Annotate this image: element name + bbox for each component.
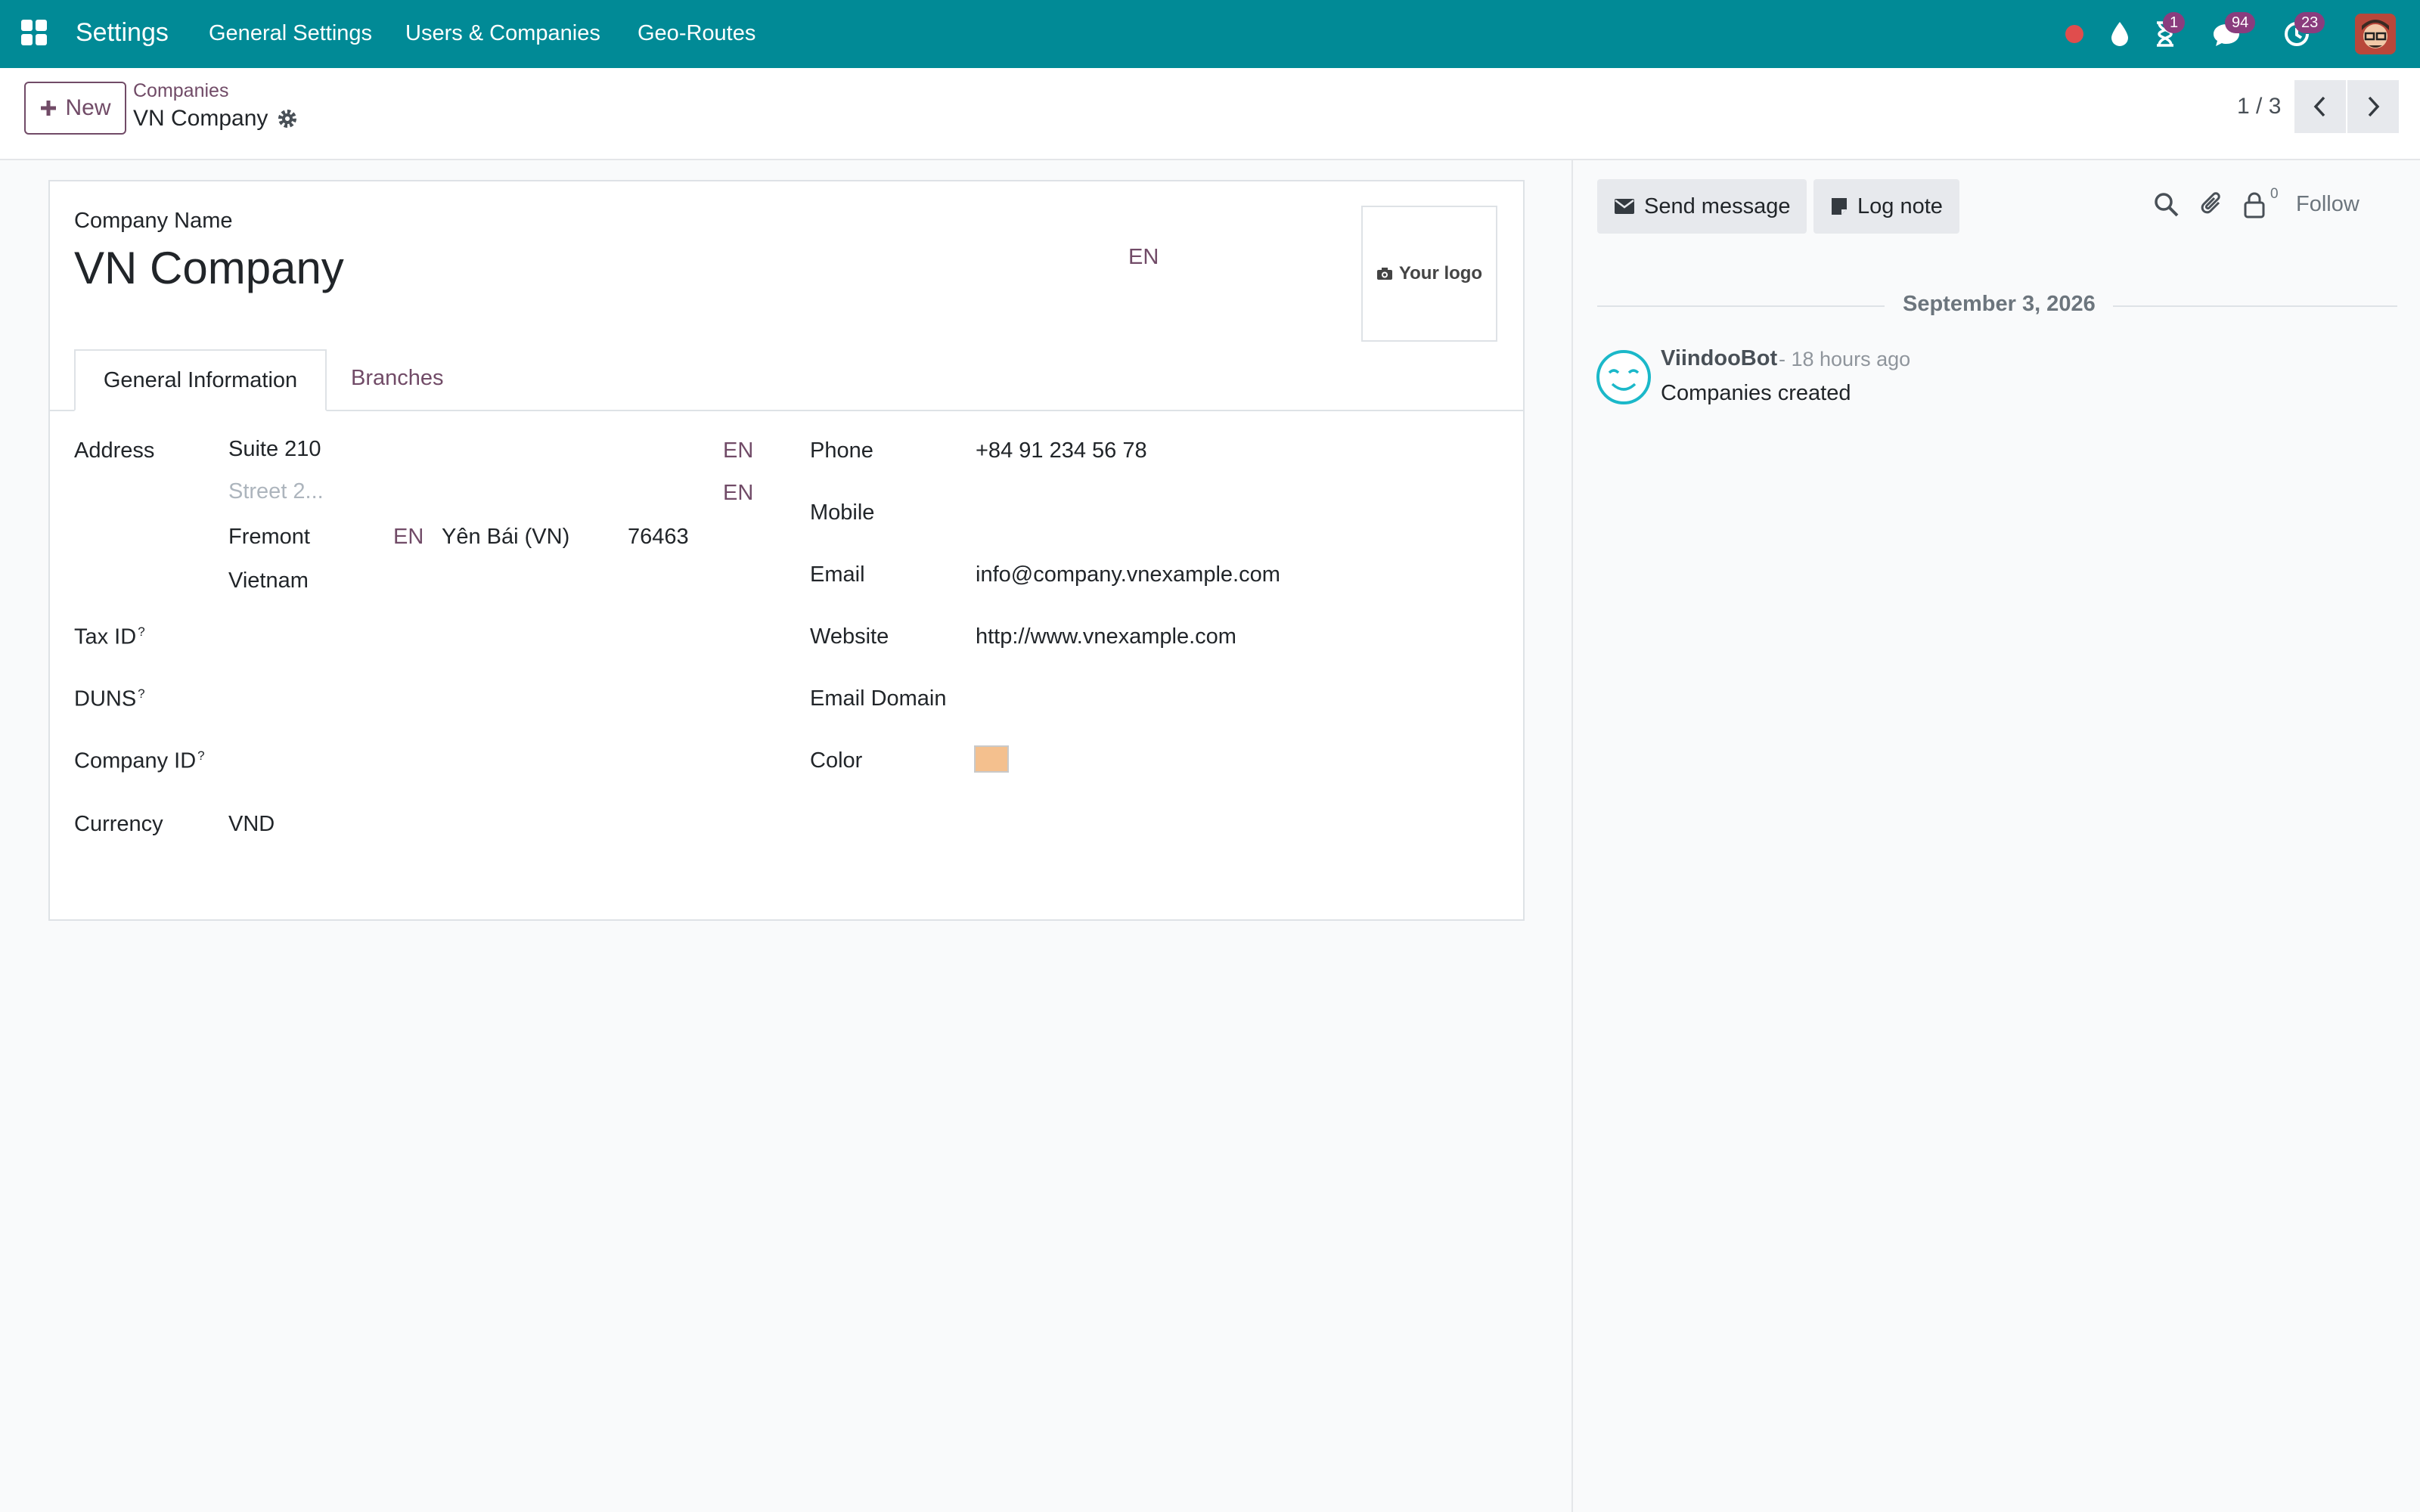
gear-icon[interactable] — [276, 107, 299, 130]
address-label: Address — [74, 438, 155, 463]
company-name-label: Company Name — [74, 209, 233, 233]
new-button[interactable]: New — [24, 82, 126, 135]
state-field[interactable]: Yên Bái (VN) — [442, 525, 569, 550]
send-message-label: Send message — [1644, 194, 1791, 218]
message-time: - 18 hours ago — [1779, 348, 1911, 370]
mobile-label: Mobile — [810, 500, 875, 525]
chevron-right-icon — [2368, 96, 2380, 117]
log-note-label: Log note — [1857, 194, 1943, 218]
chevron-left-icon — [2313, 96, 2325, 117]
top-navbar: Settings General Settings Users & Compan… — [0, 0, 2420, 68]
updates-badge: 23 — [2294, 12, 2325, 33]
app-brand[interactable]: Settings — [76, 18, 169, 48]
company-id-help[interactable]: ? — [197, 748, 204, 763]
country-field[interactable]: Vietnam — [228, 569, 309, 593]
color-label: Color — [810, 748, 863, 773]
street-field[interactable]: Suite 210 — [228, 437, 321, 462]
drop-icon[interactable] — [2108, 20, 2131, 48]
bot-avatar-icon — [1596, 349, 1652, 405]
company-name-lang-button[interactable]: EN — [1128, 245, 1159, 270]
menu-general-settings[interactable]: General Settings — [209, 21, 372, 46]
breadcrumb-companies[interactable]: Companies — [133, 80, 228, 102]
company-name-field[interactable]: VN Company — [74, 242, 344, 294]
envelope-icon — [1615, 199, 1634, 214]
note-icon — [1832, 198, 1847, 215]
date-divider-left — [1597, 305, 1885, 307]
phone-label: Phone — [810, 438, 873, 463]
tab-branches[interactable]: Branches — [351, 366, 444, 391]
company-id-label: Company ID? — [74, 748, 205, 773]
website-field[interactable]: http://www.vnexample.com — [976, 624, 1236, 649]
message-body: Companies created — [1661, 381, 1851, 405]
camera-icon — [1376, 268, 1392, 280]
paperclip-icon[interactable] — [2198, 191, 2226, 219]
currency-field[interactable]: VND — [228, 812, 275, 837]
pager-previous-button[interactable] — [2294, 80, 2346, 133]
lock-icon[interactable] — [2243, 191, 2272, 219]
duns-label: DUNS? — [74, 686, 145, 711]
recording-icon[interactable] — [2065, 24, 2084, 44]
control-panel: New Companies VN Company 1 / 3 — [0, 68, 2420, 160]
logo-label: Your logo — [1398, 263, 1483, 284]
apps-menu-icon[interactable] — [21, 20, 48, 47]
color-swatch[interactable] — [974, 745, 1009, 773]
tab-general-information[interactable]: General Information — [74, 349, 327, 411]
tax-id-label: Tax ID? — [74, 624, 145, 649]
city-field[interactable]: Fremont — [228, 525, 310, 550]
date-divider-right — [2113, 305, 2397, 307]
menu-users-companies[interactable]: Users & Companies — [405, 21, 600, 46]
street2-lang-button[interactable]: EN — [723, 481, 753, 506]
new-button-label: New — [65, 95, 111, 120]
log-note-button[interactable]: Log note — [1813, 179, 1959, 234]
follow-button[interactable]: Follow — [2296, 192, 2360, 217]
pager-next-button[interactable] — [2347, 80, 2399, 133]
email-field[interactable]: info@company.vnexample.com — [976, 562, 1280, 587]
followers-count: 0 — [2270, 186, 2279, 202]
city-lang-button[interactable]: EN — [393, 525, 424, 550]
logo-upload[interactable]: Your logo — [1361, 206, 1497, 342]
user-avatar[interactable] — [2355, 14, 2396, 54]
zip-field[interactable]: 76463 — [628, 525, 689, 550]
phone-field[interactable]: +84 91 234 56 78 — [976, 438, 1147, 463]
email-domain-label: Email Domain — [810, 686, 947, 711]
menu-geo-routes[interactable]: Geo-Routes — [638, 21, 755, 46]
tax-id-help[interactable]: ? — [138, 624, 144, 639]
street-lang-button[interactable]: EN — [723, 438, 753, 463]
send-message-button[interactable]: Send message — [1597, 179, 1807, 234]
search-icon[interactable] — [2152, 191, 2181, 219]
messages-badge: 94 — [2225, 12, 2256, 33]
duns-help[interactable]: ? — [138, 686, 144, 701]
email-label: Email — [810, 562, 865, 587]
message-date: September 3, 2026 — [1903, 292, 2096, 316]
activities-badge: 1 — [2163, 12, 2186, 33]
street2-field[interactable]: Street 2... — [228, 479, 324, 504]
message-author[interactable]: ViindooBot — [1661, 346, 1777, 371]
breadcrumb-current: VN Company — [133, 106, 268, 131]
currency-label: Currency — [74, 812, 163, 836]
plus-icon — [41, 101, 57, 116]
pager-value[interactable]: 1 / 3 — [2237, 94, 2281, 119]
website-label: Website — [810, 624, 889, 649]
